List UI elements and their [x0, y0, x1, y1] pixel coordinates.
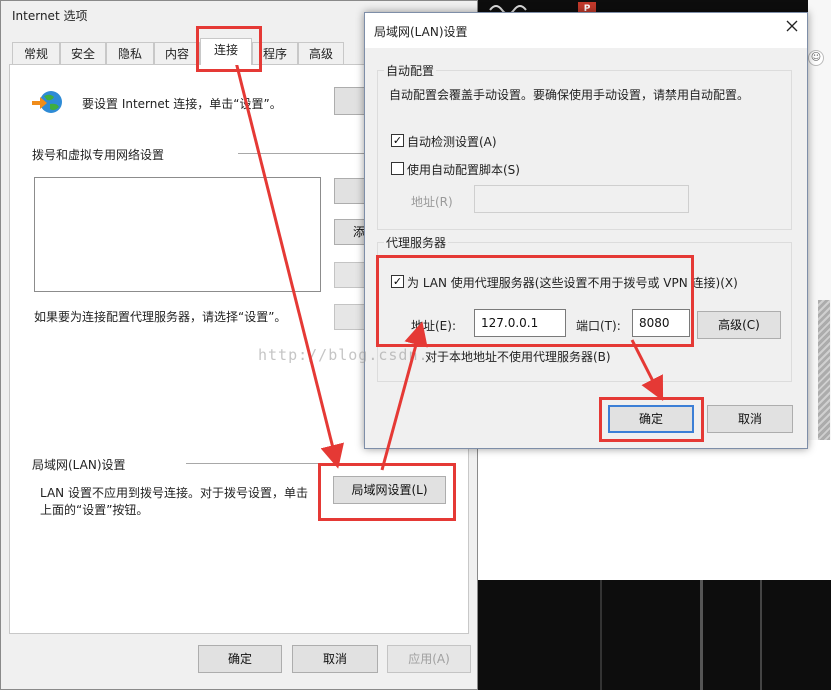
- dialog-title: 局域网(LAN)设置: [374, 25, 468, 39]
- background-window: [470, 440, 831, 580]
- globe-network-icon: [32, 91, 62, 113]
- auto-detect-label: 自动检测设置(A): [407, 135, 497, 149]
- auto-detect-checkbox[interactable]: ✓: [391, 134, 404, 147]
- tab-connections[interactable]: 连接: [200, 38, 252, 65]
- tab-programs[interactable]: 程序: [252, 42, 298, 64]
- dialup-connections-list[interactable]: [34, 177, 321, 292]
- smiley-icon: ☺: [808, 50, 824, 66]
- script-address-label: 地址(R): [411, 195, 453, 209]
- setup-instruction: 要设置 Internet 连接，单击“设置”。: [82, 97, 282, 111]
- section-divider: [238, 153, 368, 154]
- lan-ok-button[interactable]: 确定: [608, 405, 694, 433]
- tab-general[interactable]: 常规: [12, 42, 60, 64]
- proxy-address-input[interactable]: 127.0.0.1: [474, 309, 566, 337]
- background-stripe: [760, 580, 762, 690]
- watermark: http://blog.csdn.: [258, 346, 429, 364]
- auto-config-group-label: 自动配置: [384, 62, 437, 79]
- dialup-section-label: 拨号和虚拟专用网络设置: [32, 148, 165, 162]
- tab-security[interactable]: 安全: [60, 42, 106, 64]
- use-script-checkbox[interactable]: [391, 162, 404, 175]
- tab-privacy[interactable]: 隐私: [106, 42, 154, 64]
- background-stripe: [700, 580, 703, 690]
- lan-settings-button[interactable]: 局域网设置(L): [333, 476, 446, 504]
- advanced-button[interactable]: 高级(C): [697, 311, 781, 339]
- proxy-group-label: 代理服务器: [384, 234, 449, 251]
- background-stripe: [600, 580, 602, 690]
- lan-cancel-button[interactable]: 取消: [707, 405, 793, 433]
- apply-button[interactable]: 应用(A): [387, 645, 471, 673]
- tab-content[interactable]: 内容: [154, 42, 200, 64]
- proxy-port-label: 端口(T):: [576, 319, 621, 333]
- use-script-label: 使用自动配置脚本(S): [407, 163, 520, 177]
- auto-config-description: 自动配置会覆盖手动设置。要确保使用手动设置，请禁用自动配置。: [389, 88, 750, 102]
- close-icon[interactable]: [785, 19, 799, 33]
- tab-advanced[interactable]: 高级: [298, 42, 344, 64]
- lan-section-label: 局域网(LAN)设置: [32, 458, 126, 472]
- lan-description-line1: LAN 设置不应用到拨号连接。对于拨号设置，单击: [40, 486, 308, 500]
- window-title: Internet 选项: [12, 9, 88, 23]
- proxy-hint: 如果要为连接配置代理服务器，请选择“设置”。: [34, 310, 287, 324]
- bypass-local-label: 对于本地地址不使用代理服务器(B): [425, 350, 611, 364]
- lan-description-line2: 上面的“设置”按钮。: [40, 503, 149, 517]
- section-divider: [186, 463, 452, 464]
- use-proxy-label: 为 LAN 使用代理服务器(这些设置不用于拨号或 VPN 连接)(X): [407, 276, 738, 290]
- proxy-address-label: 地址(E):: [411, 319, 456, 333]
- script-address-input[interactable]: [474, 185, 689, 213]
- background-hatch: [818, 300, 830, 440]
- ok-button[interactable]: 确定: [198, 645, 282, 673]
- cancel-button[interactable]: 取消: [292, 645, 378, 673]
- use-proxy-checkbox[interactable]: ✓: [391, 275, 404, 288]
- proxy-port-input[interactable]: 8080: [632, 309, 690, 337]
